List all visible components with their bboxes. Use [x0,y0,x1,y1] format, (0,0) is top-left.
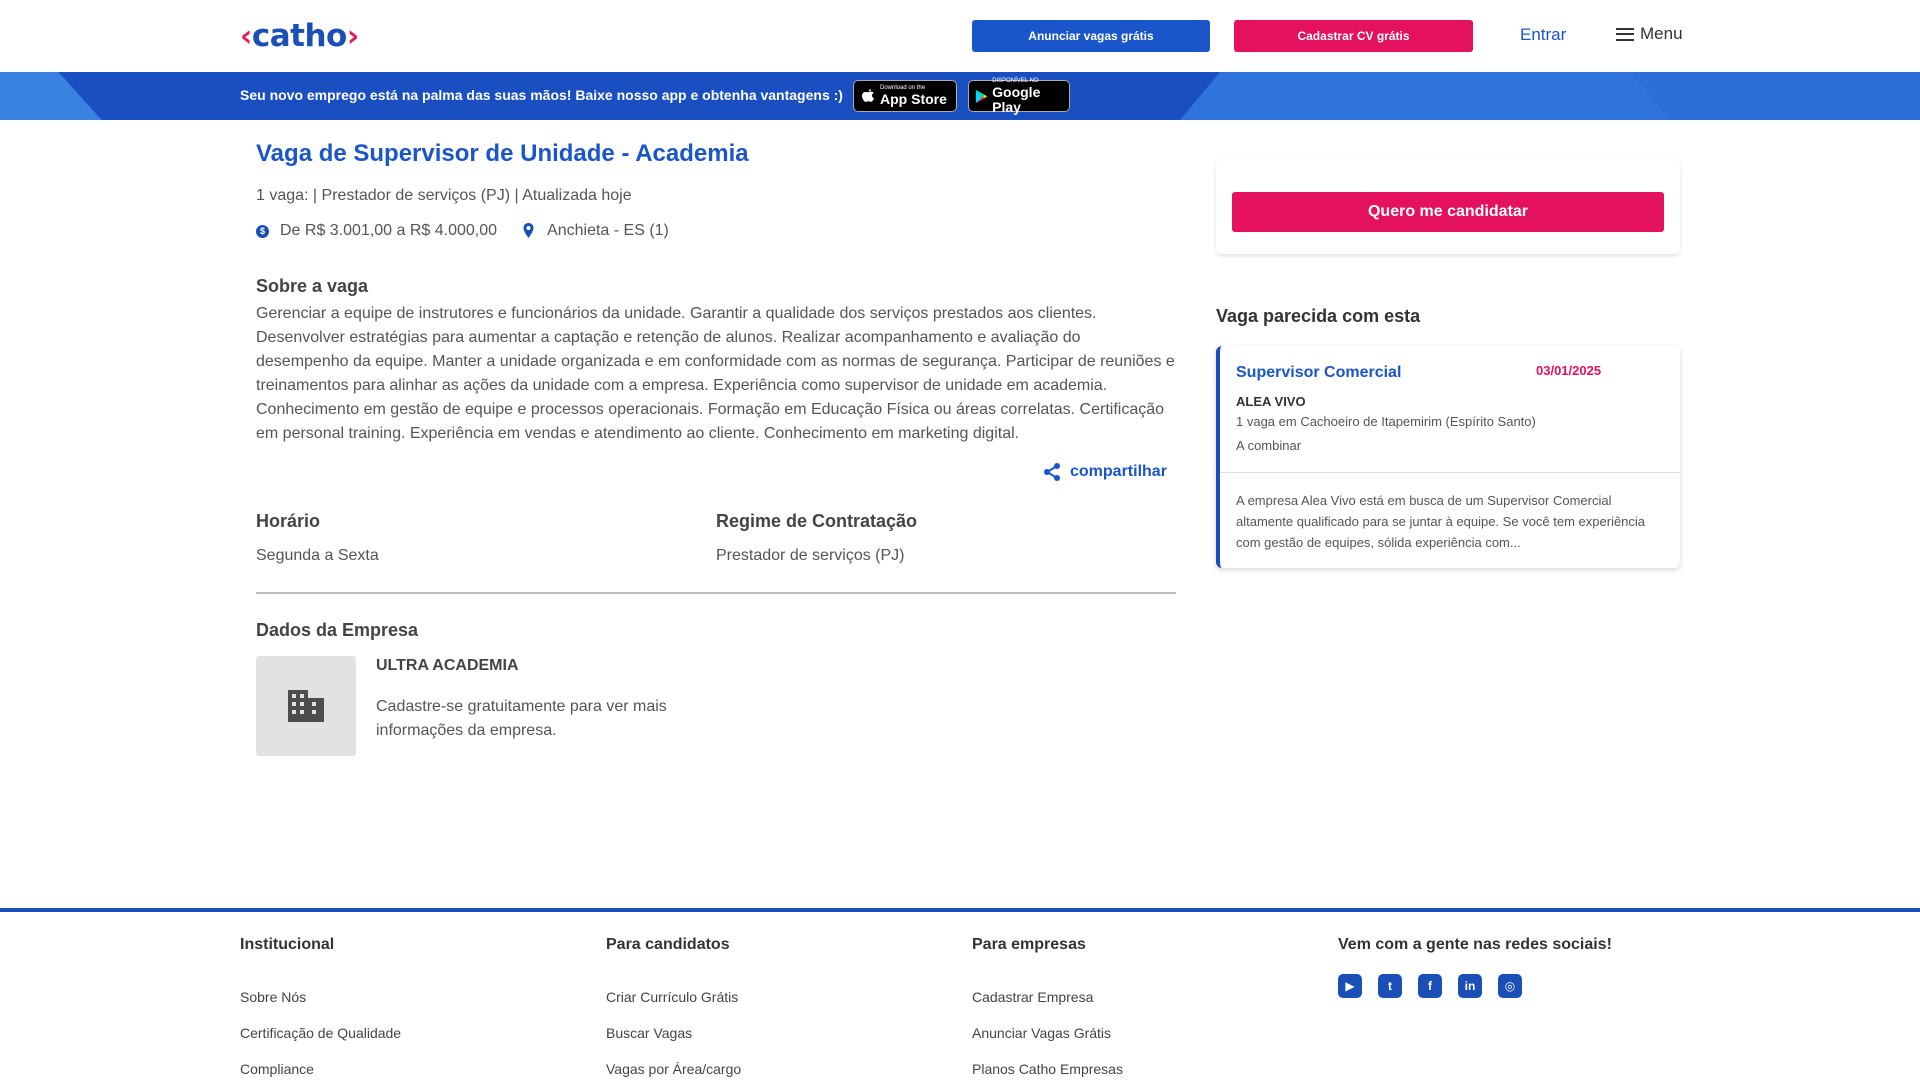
instagram-icon[interactable]: ◎ [1498,974,1522,998]
apply-button[interactable]: Quero me candidatar [1232,192,1664,232]
footer-link[interactable]: Certificação de Qualidade [240,1025,401,1041]
contract-label: Regime de Contratação [716,511,918,531]
schedule-value: Segunda a Sexta [256,547,379,564]
app-store-badge[interactable]: Download on the App Store [853,80,957,112]
share-button[interactable]: compartilhar [1042,462,1167,482]
schedule-label: Horário [256,511,321,531]
cadastrar-cv-button[interactable]: Cadastrar CV grátis [1234,20,1473,52]
logo-left-chevron: ‹ [240,18,252,54]
company-logo-placeholder [256,656,356,756]
banner-text: Seu novo emprego está na palma das suas … [240,87,843,103]
similar-heading: Vaga parecida com esta [1216,306,1421,326]
hamburger-icon [1616,27,1634,41]
company-note: Cadastre-se gratuitamente para ver mais … [376,698,667,739]
company-heading: Dados da Empresa [256,620,419,640]
google-play-badge[interactable]: DISPONÍVEL NO Google Play [968,78,1070,115]
job-description: Gerenciar a equipe de instrutores e func… [256,305,1175,442]
similar-job-pay: A combinar [1236,438,1302,453]
footer-link[interactable]: Planos Catho Empresas [972,1061,1123,1077]
footer-link[interactable]: Criar Currículo Grátis [606,989,738,1005]
appstore-large-text: App Store [880,91,947,107]
similar-job-description: A empresa Alea Vivo está em busca de um … [1236,493,1646,550]
footer-link[interactable]: Compliance [240,1061,314,1077]
company-name: ULTRA ACADEMIA [376,657,519,674]
job-title: Vaga de Supervisor de Unidade - Academia [256,140,749,167]
footer-heading-institucional: Institucional [240,936,335,953]
share-label: compartilhar [1070,463,1167,480]
menu-label: Menu [1640,24,1683,43]
dollar-icon: $ [256,224,269,238]
top-header: ‹ catho › Anunciar vagas grátis Cadastra… [0,0,1920,72]
gplay-large-text: Google Play [992,83,1041,115]
apple-icon [862,89,874,102]
location-text: Anchieta - ES (1) [547,222,669,239]
footer-heading-redes: Vem com a gente nas redes sociais! [1338,936,1612,953]
twitter-icon[interactable]: t [1378,974,1402,998]
about-heading: Sobre a vaga [256,276,369,296]
similar-job-title[interactable]: Supervisor Comercial [1236,364,1401,382]
salary-text: De R$ 3.001,00 a R$ 4.000,00 [280,222,498,239]
section-divider [256,592,1176,594]
similar-job-company: ALEA VIVO [1236,394,1306,409]
footer-link[interactable]: Vagas por Área/cargo [606,1061,741,1077]
footer-heading-empresas: Para empresas [972,936,1086,953]
google-play-icon [975,89,988,103]
similar-job-card[interactable]: Supervisor Comercial 03/01/2025 ALEA VIV… [1216,346,1680,568]
logo-right-chevron: › [346,18,359,54]
app-promo-banner: Seu novo emprego está na palma das suas … [0,72,1920,120]
menu-button[interactable]: Menu [1616,24,1683,44]
job-meta: 1 vaga: | Prestador de serviços (PJ) | A… [256,187,632,204]
catho-logo[interactable]: ‹ catho › [240,16,359,56]
footer-link[interactable]: Buscar Vagas [606,1025,692,1041]
anunciar-vagas-button[interactable]: Anunciar vagas grátis [972,20,1210,52]
salary-location-row: $ De R$ 3.001,00 a R$ 4.000,00 Anchieta … [256,222,669,240]
footer-link[interactable]: Anunciar Vagas Grátis [972,1025,1111,1041]
similar-job-date: 03/01/2025 [1536,363,1602,378]
similar-job-location: 1 vaga em Cachoeiro de Itapemirim (Espír… [1236,414,1536,429]
share-icon [1044,463,1060,481]
similar-card-divider [1220,472,1680,473]
footer-top-line [0,908,1920,912]
footer-link[interactable]: Cadastrar Empresa [972,989,1093,1005]
youtube-icon[interactable]: ▶ [1338,974,1362,998]
building-icon [288,690,324,722]
footer-heading-candidatos: Para candidatos [606,936,730,953]
logo-text: catho [251,18,347,54]
apply-card: Quero me candidatar [1216,160,1680,254]
location-pin-icon [523,223,534,238]
linkedin-icon[interactable]: in [1458,974,1482,998]
facebook-icon[interactable]: f [1418,974,1442,998]
footer-link[interactable]: Sobre Nós [240,989,306,1005]
contract-value: Prestador de serviços (PJ) [716,547,905,564]
entrar-link[interactable]: Entrar [1520,25,1566,45]
